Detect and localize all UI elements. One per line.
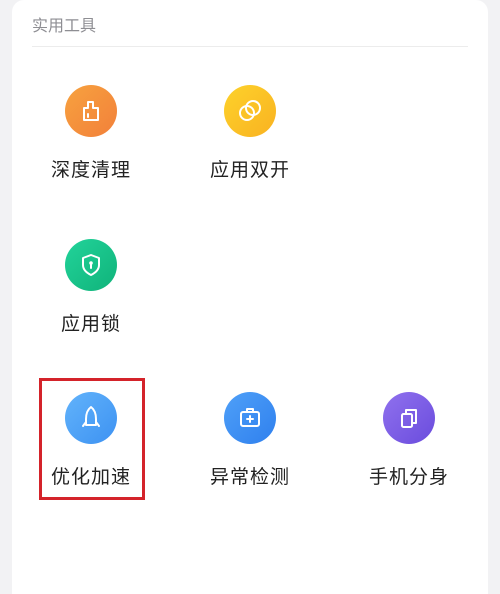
tool-app-twin[interactable]: 应用双开 [185,85,315,182]
dual-circles-icon [224,85,276,137]
tools-card: 实用工具 深度清理 应用双开 应用锁 优化加速 异常检测 手机分身 [12,0,488,594]
clone-icon [383,392,435,444]
broom-icon [65,85,117,137]
tool-label: 手机分身 [368,466,449,488]
section-title: 实用工具 [32,16,97,35]
tool-label: 应用双开 [209,159,290,181]
medical-kit-icon [224,392,276,444]
tool-phone-clone[interactable]: 手机分身 [344,392,474,489]
tool-label: 异常检测 [209,466,290,488]
tool-label: 应用锁 [60,313,121,335]
highlight-box [39,378,145,500]
tool-anomaly-detect[interactable]: 异常检测 [185,392,315,489]
tool-deep-clean[interactable]: 深度清理 [26,85,156,182]
tool-label: 深度清理 [50,159,131,181]
shield-lock-icon [65,239,117,291]
divider [32,46,468,47]
tool-app-lock[interactable]: 应用锁 [26,239,156,336]
